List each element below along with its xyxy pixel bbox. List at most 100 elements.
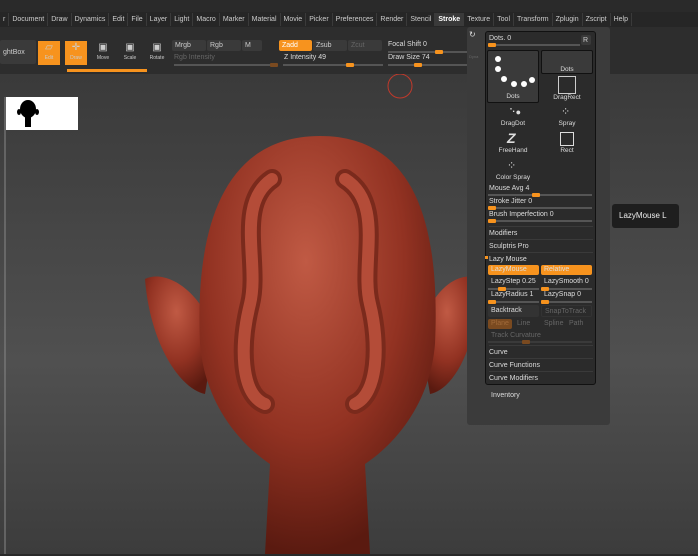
move-button[interactable]: ▣ Move bbox=[92, 41, 114, 65]
menu-layer[interactable]: Layer bbox=[147, 13, 172, 26]
lazyradius-label: LazyRadius 1 bbox=[491, 291, 534, 298]
focal-shift-slider[interactable] bbox=[388, 50, 468, 54]
stroke-dots-large[interactable]: Dots bbox=[487, 50, 539, 103]
curve-modifiers-section[interactable]: Curve Modifiers bbox=[489, 371, 593, 382]
dots-label: Dots. 0 bbox=[489, 35, 512, 42]
menu-help[interactable]: Help bbox=[611, 13, 633, 26]
rect-icon bbox=[560, 132, 574, 146]
sculptris-pro-section[interactable]: Sculptris Pro bbox=[489, 239, 593, 250]
zadd-button[interactable]: Zadd bbox=[279, 40, 312, 51]
lazymouse-toggle[interactable]: LazyMouse bbox=[488, 265, 539, 275]
dragrect-icon bbox=[558, 76, 576, 94]
move-icon: ▣ bbox=[98, 42, 108, 53]
modifiers-section[interactable]: Modifiers bbox=[489, 226, 593, 237]
menu-material[interactable]: Material bbox=[249, 13, 281, 26]
scale-icon: ▣ bbox=[125, 42, 135, 53]
path-button[interactable]: Path bbox=[566, 319, 583, 329]
brush-imperfection-label: Brush Imperfection 0 bbox=[489, 211, 554, 218]
stroke-rect[interactable]: Rect bbox=[541, 131, 593, 157]
menu-marker[interactable]: Marker bbox=[220, 13, 249, 26]
scale-button[interactable]: ▣ Scale bbox=[119, 41, 141, 65]
navigation-thumbnail[interactable] bbox=[6, 97, 78, 130]
stroke-dragdot[interactable]: ⠑● DragDot bbox=[487, 104, 539, 130]
draw-icon: ✛ bbox=[71, 42, 81, 53]
zsub-button[interactable]: Zsub bbox=[313, 40, 347, 51]
menu-movie[interactable]: Movie bbox=[281, 13, 307, 26]
stroke-color-spray[interactable]: ⁘ Color Spray bbox=[487, 158, 539, 184]
menu-light[interactable]: Light bbox=[171, 13, 194, 26]
mrgb-button[interactable]: Mrgb bbox=[172, 40, 206, 51]
stroke-freehand[interactable]: Z FreeHand bbox=[487, 130, 539, 157]
brush-imperfection-slider[interactable] bbox=[488, 219, 592, 223]
color-spray-icon: ⁘ bbox=[507, 160, 517, 172]
rgb-button[interactable]: Rgb bbox=[207, 40, 241, 51]
menu-macro[interactable]: Macro bbox=[193, 13, 220, 26]
stroke-panel: Dots. 0 R Dots Dots DragRect ⠑● DragDot ⁘… bbox=[485, 31, 596, 385]
menu-zscript[interactable]: Zscript bbox=[583, 13, 611, 26]
dyna-label: Dyna bbox=[469, 54, 479, 59]
z-intensity-slider[interactable] bbox=[283, 63, 383, 67]
menu-document[interactable]: Document bbox=[9, 13, 49, 26]
rotate-icon: ▣ bbox=[152, 42, 162, 53]
m-button[interactable]: M bbox=[242, 40, 262, 51]
menu-bar: r Document Draw Dynamics Edit File Layer Light M… bbox=[0, 12, 698, 27]
dots-slider[interactable] bbox=[488, 43, 580, 47]
lazystep-label: LazyStep 0.25 bbox=[491, 278, 536, 285]
lazysnap-label: LazySnap 0 bbox=[544, 291, 581, 298]
rotate-button[interactable]: ▣ Rotate bbox=[146, 41, 168, 65]
snaptotrack-button[interactable]: SnapToTrack bbox=[541, 305, 592, 317]
relative-toggle[interactable]: Relative bbox=[541, 265, 592, 275]
tooltip: LazyMouse L bbox=[612, 204, 679, 228]
menu-zplugin[interactable]: Zplugin bbox=[553, 13, 583, 26]
menu-edit[interactable]: Edit bbox=[109, 13, 129, 26]
rgb-intensity-label: Rgb Intensity bbox=[174, 54, 215, 61]
stroke-dots[interactable]: Dots bbox=[541, 50, 593, 74]
lightbox-button[interactable]: ghtBox bbox=[0, 40, 36, 64]
stroke-dragrect[interactable]: DragRect bbox=[541, 76, 593, 102]
menu-file[interactable]: File bbox=[128, 13, 147, 26]
stroke-spray[interactable]: ⁘ Spray bbox=[541, 104, 593, 130]
dots-stroke-icon bbox=[495, 56, 535, 87]
menu-stroke[interactable]: Stroke bbox=[435, 13, 465, 26]
plane-button[interactable]: Plane bbox=[488, 319, 512, 329]
edit-button[interactable]: ▱ Edit bbox=[38, 41, 60, 65]
lazysmooth-label: LazySmooth 0 bbox=[544, 278, 589, 285]
focal-shift-label: Focal Shift 0 bbox=[388, 41, 427, 48]
lazy-mouse-section[interactable]: Lazy Mouse bbox=[489, 252, 593, 263]
stroke-jitter-slider[interactable] bbox=[488, 206, 592, 210]
draw-size-label: Draw Size 74 bbox=[388, 54, 430, 61]
menu-dynamics[interactable]: Dynamics bbox=[72, 13, 110, 26]
track-curvature-slider[interactable] bbox=[488, 340, 592, 344]
menu-r[interactable]: r bbox=[0, 13, 10, 26]
mode-indicator bbox=[67, 69, 147, 72]
mouse-avg-slider[interactable] bbox=[488, 193, 592, 197]
menu-transform[interactable]: Transform bbox=[514, 13, 553, 26]
menu-texture[interactable]: Texture bbox=[464, 13, 495, 26]
menu-render[interactable]: Render bbox=[377, 13, 408, 26]
backtrack-button[interactable]: Backtrack bbox=[488, 305, 539, 317]
draw-size-slider[interactable] bbox=[388, 63, 468, 67]
refresh-icon[interactable]: ↻ bbox=[469, 30, 476, 39]
reset-button[interactable]: R bbox=[581, 35, 591, 45]
lazysnap-slider[interactable] bbox=[541, 300, 592, 304]
zcut-button[interactable]: Zcut bbox=[348, 40, 382, 51]
line-button[interactable]: Line bbox=[514, 319, 530, 329]
menu-tool[interactable]: Tool bbox=[494, 13, 514, 26]
menu-picker[interactable]: Picker bbox=[306, 13, 333, 26]
freehand-icon: Z bbox=[507, 130, 516, 146]
rgb-intensity-slider[interactable] bbox=[174, 63, 278, 67]
track-curvature-label: Track Curvature bbox=[491, 332, 541, 339]
section-open-indicator bbox=[485, 256, 488, 259]
menu-preferences[interactable]: Preferences bbox=[333, 13, 378, 26]
curve-functions-section[interactable]: Curve Functions bbox=[489, 358, 593, 369]
spline-button[interactable]: Spline bbox=[541, 319, 563, 329]
menu-stencil[interactable]: Stencil bbox=[407, 13, 436, 26]
draw-button[interactable]: ✛ Draw bbox=[65, 41, 87, 65]
menu-draw[interactable]: Draw bbox=[48, 13, 72, 26]
lazyradius-slider[interactable] bbox=[488, 300, 539, 304]
dragdot-icon: ⠑● bbox=[509, 107, 522, 117]
curve-section[interactable]: Curve bbox=[489, 345, 593, 356]
z-intensity-label: Z Intensity 49 bbox=[284, 54, 327, 61]
spray-icon: ⁘ bbox=[561, 106, 571, 118]
inventory-section[interactable]: Inventory bbox=[491, 392, 520, 399]
